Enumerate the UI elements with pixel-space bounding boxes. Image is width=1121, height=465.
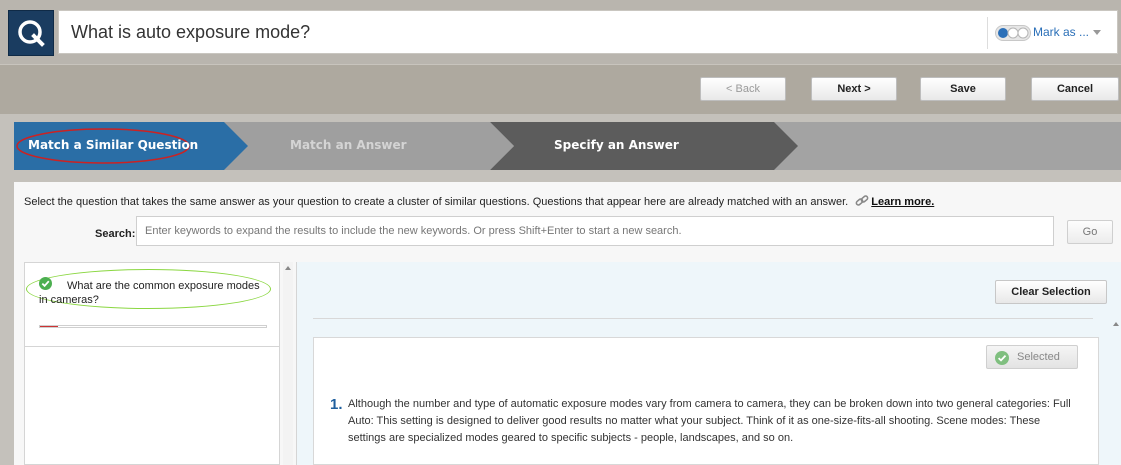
question-title-field[interactable]: What is auto exposure mode? Mark as ...	[58, 10, 1118, 54]
chevron-down-icon	[1093, 30, 1102, 36]
divider	[313, 318, 1093, 319]
match-question-panel: Select the question that takes the same …	[14, 182, 1121, 465]
selected-label: Selected	[1017, 351, 1060, 363]
search-input[interactable]	[136, 216, 1054, 246]
q-logo-icon	[8, 10, 54, 56]
scroll-up-icon[interactable]	[285, 266, 291, 270]
mark-as-dropdown[interactable]: Mark as ...	[1033, 25, 1102, 39]
learn-more-link[interactable]: Learn more.	[871, 196, 934, 208]
next-button[interactable]: Next >	[811, 77, 897, 101]
progress-dots-icon[interactable]	[995, 25, 1031, 44]
step-specify-answer[interactable]: Specify an Answer	[554, 138, 679, 152]
go-button[interactable]: Go	[1067, 220, 1113, 244]
scroll-up-icon[interactable]	[1113, 322, 1119, 326]
action-toolbar: < Back Next > Save Cancel	[0, 64, 1121, 115]
back-button[interactable]: < Back	[700, 77, 786, 101]
link-icon	[855, 194, 869, 211]
app-header: What is auto exposure mode? Mark as ...	[0, 0, 1121, 64]
detail-scrollbar[interactable]	[1111, 318, 1121, 465]
separator	[0, 182, 14, 465]
answer-text: Although the number and type of automati…	[348, 398, 1071, 444]
step-match-answer[interactable]: Match an Answer	[290, 138, 407, 152]
results-scrollbar[interactable]	[283, 262, 293, 465]
match-progress-bar	[39, 325, 267, 328]
clear-selection-button[interactable]: Clear Selection	[995, 280, 1107, 304]
list-item-text: What are the common exposure modes in ca…	[39, 280, 260, 306]
list-item[interactable]: What are the common exposure modes in ca…	[25, 263, 279, 347]
header-divider	[987, 17, 988, 49]
wizard-steps: Match a Similar Question Match an Answer…	[14, 122, 1121, 170]
results-list: What are the common exposure modes in ca…	[24, 262, 280, 465]
check-circle-icon	[995, 351, 1009, 365]
question-title: What is auto exposure mode?	[71, 22, 311, 42]
answer-detail-panel: Clear Selection Selected 1. Although the…	[296, 262, 1121, 465]
step-match-question[interactable]: Match a Similar Question	[28, 138, 198, 152]
separator	[0, 114, 1121, 122]
separator	[0, 170, 1121, 182]
instructions: Select the question that takes the same …	[24, 194, 934, 211]
cancel-button[interactable]: Cancel	[1031, 77, 1119, 101]
selected-button[interactable]: Selected	[986, 345, 1078, 369]
mark-as-label: Mark as ...	[1033, 25, 1090, 39]
search-label: Search:	[95, 228, 136, 240]
answer-card: Selected 1. Although the number and type…	[313, 337, 1099, 465]
separator	[0, 122, 14, 170]
answer-number: 1.	[330, 396, 343, 413]
instructions-text: Select the question that takes the same …	[24, 196, 849, 208]
save-button[interactable]: Save	[920, 77, 1006, 101]
match-progress-fill	[40, 326, 59, 327]
